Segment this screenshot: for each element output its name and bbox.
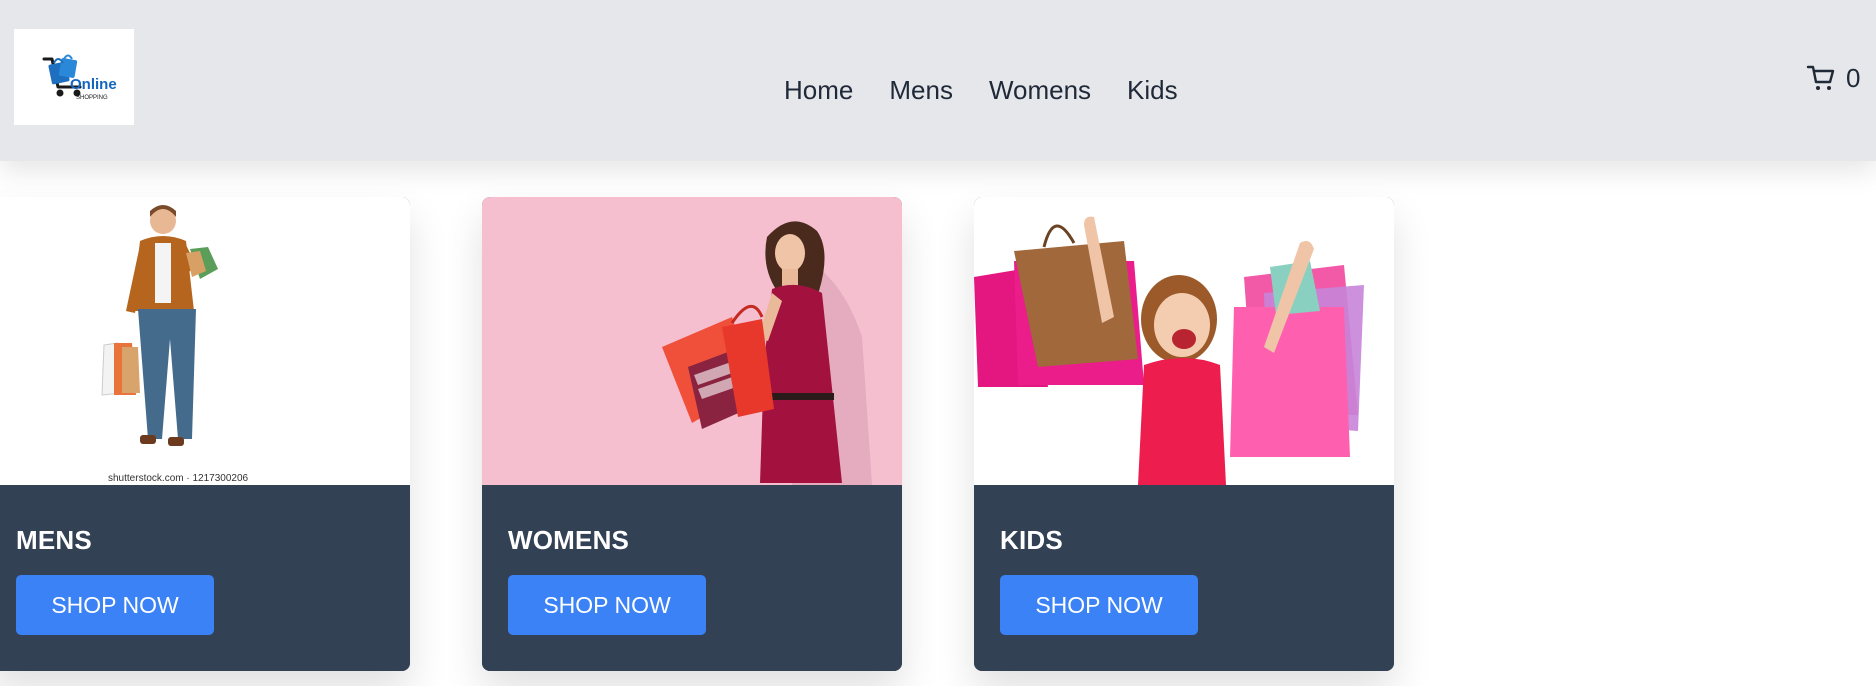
shopping-cart-logo-icon: Online SHOPPING: [42, 54, 117, 101]
woman-with-bags-image: [662, 221, 872, 485]
navbar: Online SHOPPING Home Mens Womens Kids 0: [0, 0, 1876, 161]
category-card-kids: KIDS SHOP NOW: [974, 197, 1394, 671]
kids-image: [974, 197, 1394, 485]
brand-logo[interactable]: Online SHOPPING: [14, 29, 134, 125]
cart-count: 0: [1846, 63, 1861, 93]
card-title-mens: MENS: [16, 525, 92, 555]
womens-image: [482, 197, 902, 485]
cart-icon: [1806, 65, 1835, 90]
girl-with-bags-image: [974, 216, 1364, 485]
kids-card-footer: KIDS SHOP NOW: [974, 485, 1394, 671]
category-card-womens: WOMENS SHOP NOW: [482, 197, 902, 671]
card-title-womens: WOMENS: [508, 525, 630, 555]
mens-image: shutterstock.com · 1217300206: [0, 197, 410, 485]
womens-card-footer: WOMENS SHOP NOW: [482, 485, 902, 671]
main-nav: Home Mens Womens Kids: [784, 72, 1178, 112]
image-watermark: shutterstock.com · 1217300206: [108, 473, 249, 484]
nav-link-womens[interactable]: Womens: [989, 72, 1091, 112]
svg-text:Online: Online: [70, 76, 117, 93]
card-title-kids: KIDS: [1000, 525, 1063, 555]
man-with-bags-image: [101, 205, 218, 446]
cart-button[interactable]: 0: [1806, 62, 1860, 94]
nav-link-mens[interactable]: Mens: [889, 72, 953, 112]
shop-now-mens-button[interactable]: SHOP NOW: [16, 575, 214, 635]
category-card-mens: shutterstock.com · 1217300206 MENS SHOP …: [0, 197, 410, 671]
shop-now-womens-button[interactable]: SHOP NOW: [508, 575, 706, 635]
nav-link-home[interactable]: Home: [784, 72, 853, 112]
shop-now-kids-button[interactable]: SHOP NOW: [1000, 575, 1198, 635]
nav-link-kids[interactable]: Kids: [1127, 72, 1178, 112]
mens-card-footer: MENS SHOP NOW: [0, 485, 410, 671]
svg-text:SHOPPING: SHOPPING: [76, 95, 108, 101]
